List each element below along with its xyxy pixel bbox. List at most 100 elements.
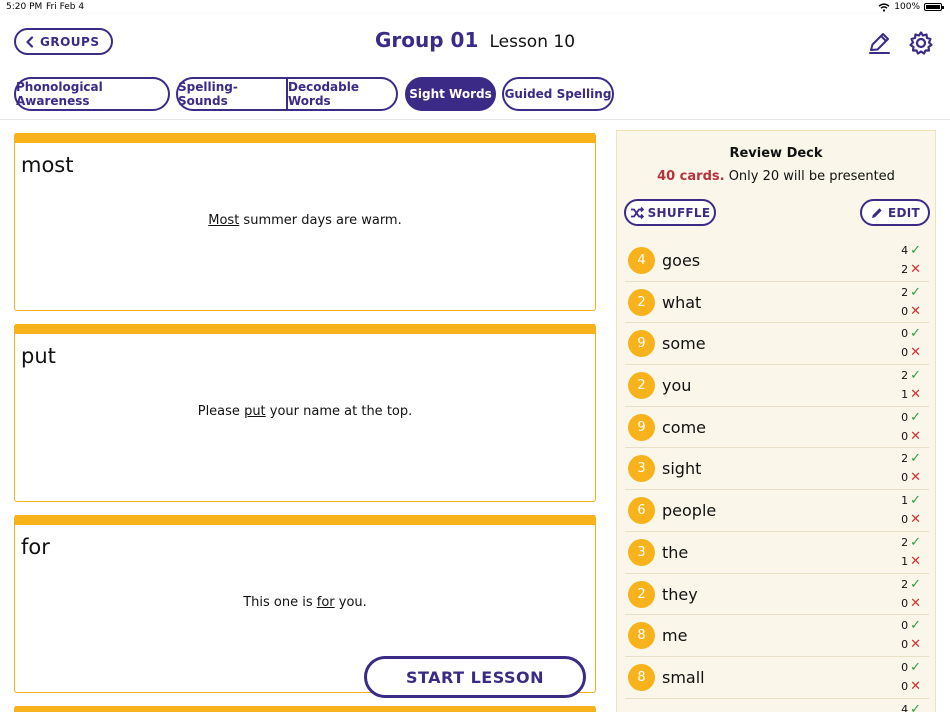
check-icon: ✓ <box>910 701 921 712</box>
check-icon: ✓ <box>910 243 921 258</box>
deck-item[interactable]: 9 come 0 ✓ 0 ✕ <box>625 407 929 449</box>
shuffle-label: SHUFFLE <box>647 205 711 220</box>
deck-word: sight <box>662 459 702 479</box>
deck-item[interactable]: 4 ✓ <box>625 699 929 712</box>
lesson-title: Lesson 10 <box>489 32 576 52</box>
tab-bar: Phonological Awareness Spelling-Sounds D… <box>0 68 950 120</box>
card-count: 40 cards. <box>657 169 725 184</box>
status-date: Fri Feb 4 <box>46 2 85 12</box>
repetition-badge: 3 <box>628 538 655 566</box>
incorrect-count: 0 ✕ <box>901 345 921 361</box>
gear-icon[interactable] <box>908 30 934 56</box>
card-bar <box>15 133 595 143</box>
cross-icon: ✕ <box>910 553 921 569</box>
review-deck-list: 4 goes 4 ✓ 2 ✕ 2 what 2 ✓ 0 ✕ 9 some 0 ✓ 0 ✕ 2… <box>625 240 929 712</box>
status-time: 5:20 PM <box>6 2 43 12</box>
deck-item[interactable]: 2 they 2 ✓ 0 ✕ <box>625 574 929 616</box>
check-icon: ✓ <box>910 368 921 384</box>
incorrect-count: 1 ✕ <box>901 387 921 403</box>
cross-icon: ✕ <box>910 512 921 528</box>
presented-note: Only 20 will be presented <box>724 169 895 184</box>
check-icon: ✓ <box>910 618 921 634</box>
repetition-badge: 2 <box>628 580 655 608</box>
review-deck-title: Review Deck <box>729 146 823 161</box>
status-bar: 5:20 PM Fri Feb 4 100% <box>0 0 950 14</box>
incorrect-count: 0 ✕ <box>901 678 921 694</box>
incorrect-count: 0 ✕ <box>901 303 921 319</box>
deck-item[interactable]: 2 you 2 ✓ 1 ✕ <box>625 365 929 407</box>
deck-word: they <box>662 584 698 604</box>
correct-count: 4 ✓ <box>901 243 921 258</box>
correct-count: 0 ✓ <box>901 659 921 675</box>
correct-count: 2 ✓ <box>901 534 921 550</box>
card-bar <box>15 324 595 334</box>
group-title: Group 01 <box>374 28 479 52</box>
edit-button[interactable]: EDIT <box>860 199 930 226</box>
deck-item[interactable]: 8 me 0 ✓ 0 ✕ <box>625 615 929 657</box>
check-icon: ✓ <box>910 326 921 342</box>
tab-guided-spelling[interactable]: Guided Spelling <box>502 77 614 111</box>
correct-count: 2 ✓ <box>901 284 921 300</box>
card-sentence: Most summer days are warm. <box>15 213 595 228</box>
cross-icon: ✕ <box>910 262 921 277</box>
cross-icon: ✕ <box>910 678 921 694</box>
repetition-badge: 8 <box>628 663 655 691</box>
correct-count: 0 ✓ <box>901 409 921 425</box>
deck-item[interactable]: 9 some 0 ✓ 0 ✕ <box>625 323 929 366</box>
deck-item[interactable]: 2 what 2 ✓ 0 ✕ <box>625 282 929 324</box>
check-icon: ✓ <box>910 451 921 467</box>
correct-count: 4 ✓ <box>901 702 921 712</box>
deck-item[interactable]: 8 small 0 ✓ 0 ✕ <box>625 657 929 699</box>
check-icon: ✓ <box>910 409 921 425</box>
check-icon: ✓ <box>910 493 921 509</box>
repetition-badge: 4 <box>628 247 655 274</box>
deck-word: the <box>662 542 689 562</box>
shuffle-icon <box>630 206 644 219</box>
cross-icon: ✕ <box>910 387 921 403</box>
correct-count: 2 ✓ <box>901 368 921 384</box>
tab-decodable-words[interactable]: Decodable Words <box>286 77 398 111</box>
cross-icon: ✕ <box>910 345 921 361</box>
cross-icon: ✕ <box>910 637 921 653</box>
sentence-pre: Please <box>197 404 245 419</box>
deck-word: come <box>662 417 707 437</box>
sentence-highlight: Most <box>208 213 240 228</box>
battery-icon <box>924 3 944 11</box>
deck-word: me <box>662 626 688 646</box>
repetition-badge: 6 <box>628 497 655 525</box>
correct-count: 1 ✓ <box>901 493 921 509</box>
tab-spelling-sounds[interactable]: Spelling-Sounds <box>176 77 288 111</box>
deck-item[interactable]: 4 goes 4 ✓ 2 ✕ <box>625 240 929 282</box>
correct-count: 0 ✓ <box>901 326 921 342</box>
tab-phonological-awareness[interactable]: Phonological Awareness <box>14 77 170 111</box>
incorrect-count: 0 ✕ <box>901 637 921 653</box>
card-bar <box>15 706 595 712</box>
edit-label: EDIT <box>887 205 920 220</box>
tab-sight-words[interactable]: Sight Words <box>405 77 496 111</box>
shuffle-button[interactable]: SHUFFLE <box>624 199 716 226</box>
check-icon: ✓ <box>910 284 921 300</box>
repetition-badge: 8 <box>628 622 655 650</box>
incorrect-count: 0 ✕ <box>901 595 921 611</box>
sentence-post: your name at the top. <box>265 404 413 419</box>
deck-word: you <box>662 376 692 396</box>
pencil-icon[interactable] <box>866 30 892 56</box>
deck-item[interactable]: 6 people 1 ✓ 0 ✕ <box>625 490 929 532</box>
incorrect-count: 2 ✕ <box>901 262 921 277</box>
deck-word: what <box>662 292 702 312</box>
sentence-pre: This one is <box>243 595 317 610</box>
card-sentence: Please put your name at the top. <box>15 404 595 419</box>
word-card[interactable] <box>14 706 596 712</box>
deck-item[interactable]: 3 sight 2 ✓ 0 ✕ <box>625 448 929 491</box>
correct-count: 2 ✓ <box>901 576 921 592</box>
deck-word: some <box>662 334 706 354</box>
correct-count: 2 ✓ <box>901 451 921 467</box>
status-right: 100% <box>878 2 944 12</box>
correct-count: 0 ✓ <box>901 618 921 634</box>
word-card[interactable]: put Please put your name at the top. <box>14 324 596 502</box>
word-card[interactable]: most Most summer days are warm. <box>14 133 596 311</box>
cross-icon: ✕ <box>910 303 921 319</box>
start-lesson-button[interactable]: START LESSON <box>364 656 586 698</box>
header: GROUPS Group 01 Lesson 10 <box>0 14 950 68</box>
deck-item[interactable]: 3 the 2 ✓ 1 ✕ <box>625 532 929 574</box>
